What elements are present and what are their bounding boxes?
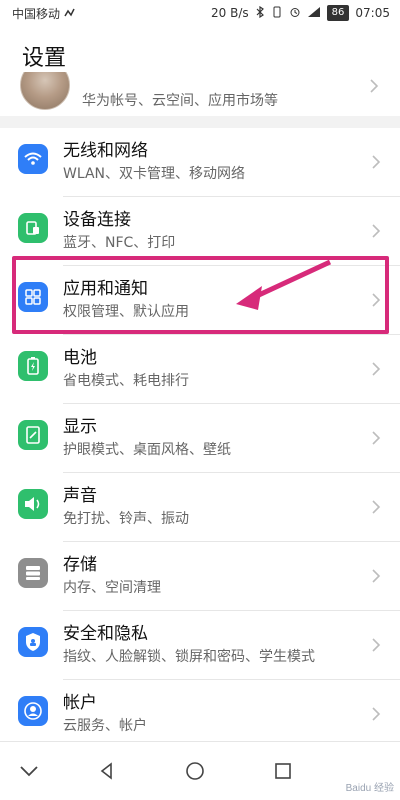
system-navbar: Baidu 经验 bbox=[0, 741, 400, 800]
recent-apps-icon[interactable] bbox=[266, 754, 300, 788]
item-title: 电池 bbox=[63, 348, 97, 368]
watermark: Baidu 经验 bbox=[345, 783, 394, 794]
item-subtitle: 护眼模式、桌面风格、壁纸 bbox=[63, 442, 231, 458]
item-subtitle: 云服务、帐户 bbox=[63, 718, 147, 734]
back-icon[interactable] bbox=[90, 754, 124, 788]
chevron-right-icon bbox=[372, 224, 381, 238]
collapse-down-icon[interactable] bbox=[12, 754, 46, 788]
item-title: 无线和网络 bbox=[63, 141, 148, 161]
profile-subtitle: 华为帐号、云空间、应用市场等 bbox=[82, 93, 278, 109]
wifi-icon bbox=[18, 144, 48, 174]
signal-activity-icon bbox=[64, 7, 76, 21]
net-speed: 20 B/s bbox=[211, 6, 249, 20]
item-title: 存储 bbox=[63, 555, 97, 575]
item-title: 帐户 bbox=[63, 693, 97, 713]
battery-level: 86 bbox=[326, 5, 350, 21]
storage-icon bbox=[18, 558, 48, 588]
account-profile-row[interactable]: 华为帐号、云空间、应用市场等 bbox=[0, 72, 400, 116]
settings-item-storage[interactable]: 存储 内存、空间清理 bbox=[0, 542, 400, 611]
chevron-right-icon bbox=[372, 569, 381, 583]
item-subtitle: 省电模式、耗电排行 bbox=[63, 373, 189, 389]
chevron-right-icon bbox=[372, 638, 381, 652]
chevron-right-icon bbox=[372, 362, 381, 376]
settings-item-account[interactable]: 帐户 云服务、帐户 bbox=[0, 680, 400, 749]
settings-item-security-privacy[interactable]: 安全和隐私 指纹、人脸解锁、锁屏和密码、学生模式 bbox=[0, 611, 400, 680]
item-subtitle: WLAN、双卡管理、移动网络 bbox=[63, 166, 246, 182]
alarm-icon bbox=[289, 6, 301, 21]
avatar bbox=[20, 72, 70, 110]
status-bar: 中国移动 20 B/s 86 07:05 bbox=[0, 0, 400, 28]
battery-icon bbox=[18, 351, 48, 381]
item-subtitle: 指纹、人脸解锁、锁屏和密码、学生模式 bbox=[63, 649, 315, 665]
item-title: 安全和隐私 bbox=[63, 624, 148, 644]
chevron-right-icon bbox=[372, 431, 381, 445]
clock: 07:05 bbox=[355, 6, 390, 20]
item-subtitle: 内存、空间清理 bbox=[63, 580, 161, 596]
settings-item-display[interactable]: 显示 护眼模式、桌面风格、壁纸 bbox=[0, 404, 400, 473]
settings-list: 无线和网络 WLAN、双卡管理、移动网络 设备连接 蓝牙、NFC、打印 应用和通… bbox=[0, 128, 400, 734]
section-divider bbox=[0, 116, 400, 128]
cell-signal-icon bbox=[307, 6, 321, 21]
item-title: 声音 bbox=[63, 486, 97, 506]
display-icon bbox=[18, 420, 48, 450]
account-icon bbox=[18, 696, 48, 726]
home-icon[interactable] bbox=[178, 754, 212, 788]
shield-icon bbox=[18, 627, 48, 657]
annotation-highlight-box bbox=[12, 256, 389, 334]
speaker-icon bbox=[18, 489, 48, 519]
chevron-right-icon bbox=[372, 155, 381, 169]
item-subtitle: 蓝牙、NFC、打印 bbox=[63, 235, 176, 251]
item-subtitle: 免打扰、铃声、振动 bbox=[63, 511, 189, 527]
carrier-label: 中国移动 bbox=[12, 7, 61, 21]
item-title: 显示 bbox=[63, 417, 97, 437]
settings-item-battery[interactable]: 电池 省电模式、耗电排行 bbox=[0, 335, 400, 404]
chevron-right-icon bbox=[370, 79, 379, 93]
chevron-right-icon bbox=[372, 707, 381, 721]
item-title: 设备连接 bbox=[63, 210, 131, 230]
device-connection-icon bbox=[18, 213, 48, 243]
bluetooth-icon bbox=[255, 5, 265, 21]
page-title: 设置 bbox=[22, 46, 67, 71]
settings-item-sound[interactable]: 声音 免打扰、铃声、振动 bbox=[0, 473, 400, 542]
chevron-right-icon bbox=[372, 500, 381, 514]
settings-item-wireless-network[interactable]: 无线和网络 WLAN、双卡管理、移动网络 bbox=[0, 128, 400, 197]
vibrate-icon bbox=[271, 6, 283, 21]
